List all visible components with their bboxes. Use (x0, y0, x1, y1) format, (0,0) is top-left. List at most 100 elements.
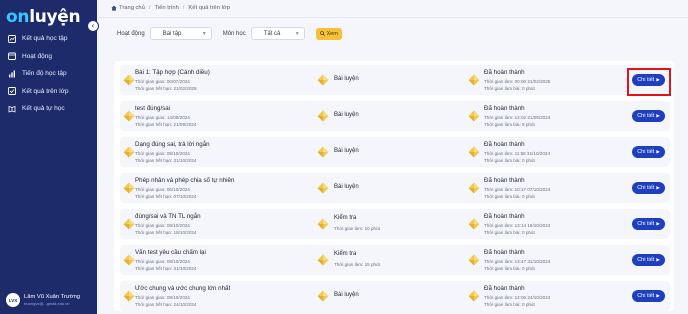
filter-button[interactable]: Xem (315, 27, 342, 40)
assignment-type: Bài luyện (334, 112, 359, 118)
assigned-time: Thời gian giao: 00/07/2024 (135, 79, 190, 84)
status-text: Đã hoàn thành (484, 69, 525, 76)
assignment-icon (123, 74, 135, 86)
sidebar-item-label: Kết quả tự học (22, 105, 65, 113)
play-arrow-icon: ▶ (656, 149, 660, 154)
status-text: Đã hoàn thành (484, 105, 525, 112)
status-text: Đã hoàn thành (484, 285, 525, 292)
assigned-time: Thời gian giao: 06/10/2024 (135, 187, 190, 192)
done-duration: Thời gian làm bài: 5 phút (484, 122, 535, 127)
assignment-title[interactable]: Phép nhân và phép chia số tự nhiên (135, 177, 234, 184)
detail-button[interactable]: Chi tiết ▶ (632, 182, 665, 194)
chevron-down-icon: ▼ (294, 30, 300, 37)
search-icon (319, 31, 325, 36)
sidebar-item-label: Hoạt động (22, 52, 52, 60)
deadline-time: Thời gian hết hạn: 31/10/2024 (135, 266, 197, 271)
assignment-type: Bài luyện (334, 76, 359, 82)
subject-select[interactable]: Tất cả ▼ (250, 27, 305, 40)
done-duration: Thời gian làm bài: 0 phút (484, 266, 535, 271)
status-text: Đã hoàn thành (484, 213, 525, 220)
type-icon (317, 182, 329, 194)
type-icon (317, 218, 329, 230)
user-email: truongvx@...gmail.edu.vn (24, 301, 70, 306)
assignment-type: Bài luyện (334, 184, 359, 190)
breadcrumb-separator: / (182, 5, 185, 11)
assigned-time: Thời gian giao: 09/10/2024 (135, 223, 190, 228)
sidebar-item-self-study[interactable]: Kết quả tự học (0, 100, 97, 118)
detail-button[interactable]: Chi tiết ▶ (632, 218, 665, 230)
detail-button[interactable]: Chi tiết ▶ (632, 146, 665, 158)
list-item: Dạng đúng sai, trả lời ngắn Thời gian gia… (120, 137, 670, 167)
status-icon (468, 290, 480, 302)
type-icon (317, 146, 329, 158)
done-duration: Thời gian làm bài: 0 phút (484, 302, 535, 307)
sidebar-nav: Kết quả học tập Hoạt động Tiến độ học tậ… (0, 30, 97, 118)
activity-icon (7, 52, 16, 61)
assignment-title[interactable]: Bài 1: Tập hợp (Cánh diều) (135, 69, 210, 76)
type-icon (317, 74, 329, 86)
sidebar-item-label: Kết quả trên lớp (22, 87, 69, 95)
play-arrow-icon: ▶ (656, 221, 660, 226)
assigned-time: Thời gian giao: 09/10/2024 (135, 259, 190, 264)
chevron-down-icon: ▼ (201, 30, 207, 37)
play-arrow-icon: ▶ (656, 185, 660, 190)
header-divider (97, 17, 688, 18)
done-duration: Thời gian làm bài: 0 phút (484, 230, 535, 235)
play-arrow-icon: ▶ (656, 257, 660, 262)
status-icon (468, 218, 480, 230)
assignment-title[interactable]: test đúng/sai (135, 105, 170, 112)
sidebar-item-activity[interactable]: Hoạt động (0, 48, 97, 66)
assignment-title[interactable]: Dạng đúng sai, trả lời ngắn (135, 141, 210, 148)
progress-icon (7, 70, 16, 78)
type-duration: Thời gian làm: 15 phút (334, 262, 380, 267)
sidebar-item-progress[interactable]: Tiến độ học tập (0, 65, 97, 83)
type-icon (317, 254, 329, 266)
done-duration: Thời gian làm bài: 0 phút (484, 194, 535, 199)
play-arrow-icon: ▶ (656, 293, 660, 298)
assignment-icon (123, 146, 135, 158)
detail-button[interactable]: Chi tiết ▶ (632, 254, 665, 266)
sidebar: onluyện ‹ Kết quả học tập Hoạt động Tiến… (0, 0, 99, 314)
logo-main: luyện (29, 7, 81, 27)
assigned-time: Thời gian giao: 05/10/2024 (135, 151, 190, 156)
done-time: Thời gian làm: 13:14 18/10/2024 (484, 223, 551, 228)
detail-button-label: Chi tiết (637, 221, 655, 227)
assignment-type: Kiểm tra (334, 251, 357, 257)
assignment-title[interactable]: đúng/sai và TN TL ngắn (135, 213, 201, 220)
user-profile[interactable]: LVX Lâm Vũ Xuân Trường truongvx@...gmail… (0, 286, 97, 314)
highlight-box (627, 68, 671, 96)
deadline-time: Thời gian hết hạn: 07/10/2024 (135, 194, 197, 199)
brand-logo[interactable]: onluyện (6, 6, 81, 28)
list-item: Ước chung và ước chung lớn nhất Thời gian… (120, 281, 670, 311)
deadline-time: Thời gian hết hạn: 21/09/2024 (135, 122, 197, 127)
activity-select[interactable]: Bài tập ▼ (149, 27, 212, 40)
sidebar-item-results[interactable]: Kết quả học tập (0, 30, 97, 48)
detail-button-label: Chi tiết (637, 185, 655, 191)
list-item: Phép nhân và phép chia số tự nhiên Thời g… (120, 173, 670, 203)
sidebar-item-class-results[interactable]: Kết quả trên lớp (0, 83, 97, 101)
assignment-type: Kiểm tra (334, 215, 357, 221)
assignment-title[interactable]: Ước chung và ước chung lớn nhất (135, 285, 230, 292)
assignment-title[interactable]: Văn test yêu cầu chấm lại (135, 249, 206, 256)
status-icon (468, 146, 480, 158)
status-text: Đã hoàn thành (484, 141, 525, 148)
assigned-time: Thời gian giao: 14/09/2024 (135, 115, 190, 120)
detail-button-label: Chi tiết (637, 113, 655, 119)
deadline-time: Thời gian hết hạn: 24/10/2024 (135, 302, 197, 307)
done-time: Thời gian làm: 10:17 07/10/2024 (484, 187, 551, 192)
breadcrumb-progress[interactable]: Tiến trình (155, 5, 179, 11)
done-duration: Thời gian làm bài: 0 phút (484, 86, 535, 91)
results-list: Bài 1: Tập hợp (Cánh diều) Thời gian giao… (114, 61, 674, 311)
self-study-icon (7, 105, 16, 113)
detail-button[interactable]: Chi tiết ▶ (632, 290, 665, 302)
done-duration: Thời gian làm bài: 0 phút (484, 158, 535, 163)
filter-bar: Hoạt động Bài tập ▼ Môn học Tất cả ▼ Xem (117, 27, 342, 40)
subject-select-value: Tất cả (263, 30, 281, 37)
detail-button[interactable]: Chi tiết ▶ (632, 110, 665, 122)
breadcrumb-current: Kết quả trên lớp (188, 5, 230, 11)
breadcrumb-home[interactable]: Trang chủ (119, 5, 145, 11)
assignment-icon (123, 110, 135, 122)
breadcrumb-separator: / (148, 5, 151, 11)
type-duration: Thời gian làm: 10 phút (334, 226, 380, 231)
status-icon (468, 74, 480, 86)
